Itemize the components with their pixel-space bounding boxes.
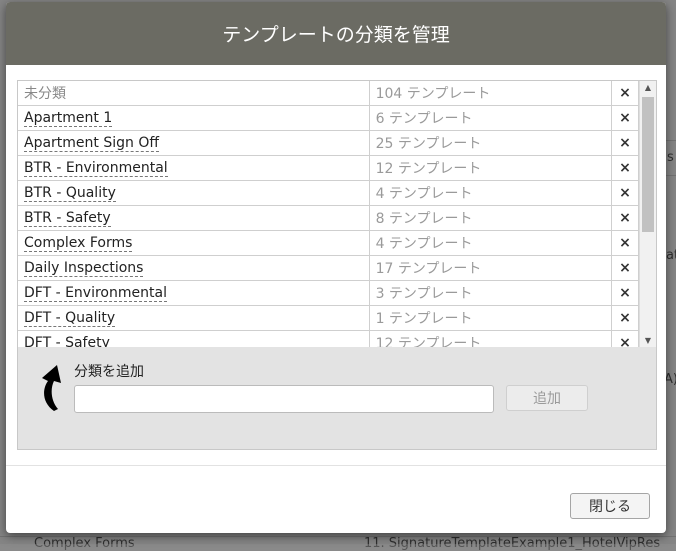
category-name-cell[interactable]: Apartment Sign Off (18, 130, 370, 156)
category-row: DFT - Quality 1 テンプレート × (18, 305, 640, 331)
category-row: BTR - Environmental 12 テンプレート × (18, 155, 640, 181)
category-name[interactable]: Apartment 1 (24, 110, 113, 127)
category-name-cell[interactable]: BTR - Safety (18, 205, 370, 231)
footer-divider (6, 465, 666, 466)
delete-category-icon[interactable]: × (611, 255, 640, 281)
template-count: 25 テンプレート (369, 130, 612, 156)
delete-category-icon[interactable]: × (611, 155, 640, 181)
dialog-title: テンプレートの分類を管理 (222, 24, 450, 46)
delete-category-icon[interactable]: × (611, 180, 640, 206)
category-name-input[interactable] (74, 385, 494, 413)
template-count: 1 テンプレート (369, 305, 612, 331)
delete-category-icon[interactable]: × (611, 81, 640, 106)
template-count: 3 テンプレート (369, 280, 612, 306)
category-name-cell[interactable]: BTR - Environmental (18, 155, 370, 181)
category-row: DFT - Environmental 3 テンプレート × (18, 280, 640, 306)
category-name[interactable]: Apartment Sign Off (24, 135, 160, 152)
category-name[interactable]: DFT - Quality (24, 310, 116, 327)
category-table: 未分類 104 テンプレート × Apartment 16 テンプレート × Apartm… (18, 81, 640, 348)
category-name[interactable]: DFT - Environmental (24, 285, 167, 302)
delete-category-icon[interactable]: × (611, 305, 640, 331)
category-name[interactable]: Daily Inspections (24, 260, 144, 277)
template-count: 104 テンプレート (369, 81, 612, 106)
list-scrollbar[interactable]: ▲ ▼ (639, 81, 656, 348)
category-name-cell[interactable]: DFT - Environmental (18, 280, 370, 306)
category-name-cell: 未分類 (18, 81, 370, 106)
add-category-panel: 分類を追加 追加 (17, 347, 657, 450)
add-category-label: 分類を追加 (74, 364, 144, 380)
category-row: BTR - Quality 4 テンプレート × (18, 180, 640, 206)
category-name-cell[interactable]: DFT - Quality (18, 305, 370, 331)
category-name[interactable]: BTR - Safety (24, 210, 111, 227)
curved-arrow-icon (42, 365, 61, 411)
category-row: BTR - Safety 8 テンプレート × (18, 205, 640, 231)
category-name: 未分類 (24, 86, 66, 102)
category-list[interactable]: 未分類 104 テンプレート × Apartment 16 テンプレート × Apartm… (17, 80, 657, 349)
category-name[interactable]: Complex Forms (24, 235, 133, 252)
category-row: Apartment 1 6 テンプレート × (18, 105, 640, 131)
delete-category-icon[interactable]: × (611, 280, 640, 306)
category-row: Apartment Sign Off 25 テンプレート × (18, 130, 640, 156)
template-count: 12 テンプレート (369, 155, 612, 181)
manage-categories-dialog: テンプレートの分類を管理 未分類 104 テンプレート × Apartment 16 … (6, 2, 666, 533)
scrollbar-thumb[interactable] (642, 97, 654, 232)
scroll-down-icon[interactable]: ▼ (640, 334, 656, 348)
dialog-header: テンプレートの分類を管理 (6, 2, 666, 65)
delete-category-icon[interactable]: × (611, 230, 640, 256)
category-name-cell[interactable]: Daily Inspections (18, 255, 370, 281)
template-count: 4 テンプレート (369, 230, 612, 256)
template-count: 6 テンプレート (369, 105, 612, 131)
delete-category-icon[interactable]: × (611, 130, 640, 156)
category-row: 未分類 104 テンプレート × (18, 81, 640, 106)
scroll-up-icon[interactable]: ▲ (640, 81, 656, 95)
delete-category-icon[interactable]: × (611, 205, 640, 231)
template-count: 17 テンプレート (369, 255, 612, 281)
category-name-cell[interactable]: Apartment 1 (18, 105, 370, 131)
add-button[interactable]: 追加 (506, 385, 588, 411)
category-name[interactable]: BTR - Quality (24, 185, 116, 202)
template-count: 4 テンプレート (369, 180, 612, 206)
category-name[interactable]: BTR - Environmental (24, 160, 168, 177)
category-row: Daily Inspections 17 テンプレート × (18, 255, 640, 281)
delete-category-icon[interactable]: × (611, 105, 640, 131)
category-name-cell[interactable]: Complex Forms (18, 230, 370, 256)
close-button[interactable]: 閉じる (570, 493, 650, 519)
category-name-cell[interactable]: BTR - Quality (18, 180, 370, 206)
category-row: Complex Forms 4 テンプレート × (18, 230, 640, 256)
template-count: 8 テンプレート (369, 205, 612, 231)
